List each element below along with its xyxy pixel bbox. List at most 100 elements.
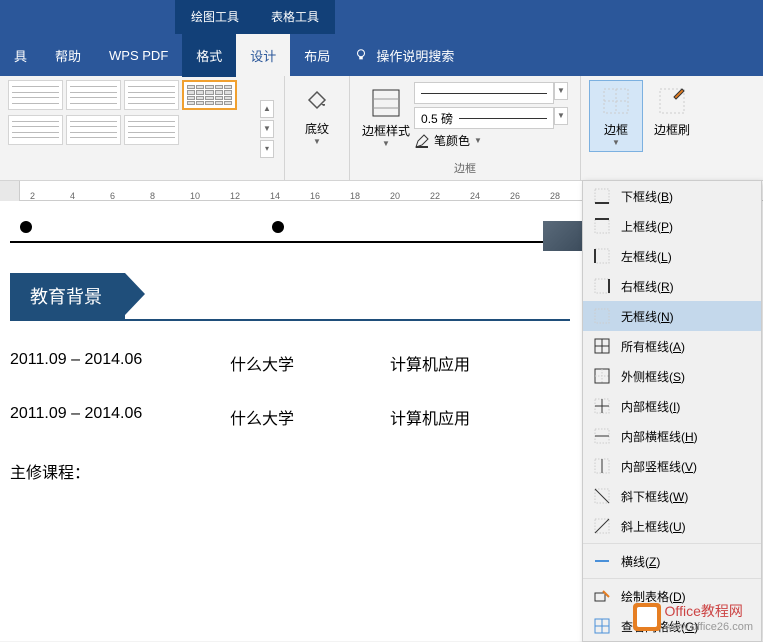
table-styles-gallery[interactable] — [8, 80, 258, 146]
date-cell: 2011.09 – 2014.06 — [10, 405, 170, 429]
border-menu-item-inside[interactable]: 内部框线(I) — [583, 391, 761, 421]
chevron-down-icon[interactable]: ▼ — [554, 107, 568, 125]
tell-me-search[interactable]: 操作说明搜索 — [354, 46, 454, 65]
border-menu-item-top[interactable]: 上框线(P) — [583, 211, 761, 241]
menu-item-label: 横线(Z) — [621, 553, 660, 570]
chevron-down-icon[interactable]: ▼ — [554, 82, 568, 100]
ruler-tick: 26 — [510, 191, 520, 201]
shading-button[interactable]: 底纹 ▼ — [293, 80, 341, 150]
table-handle[interactable] — [272, 221, 284, 233]
border-menu-item-all[interactable]: 所有框线(A) — [583, 331, 761, 361]
menu-item-label: 所有框线(A) — [621, 338, 685, 355]
menu-item-label: 内部横框线(H) — [621, 428, 698, 445]
border-menu-item-inside-h[interactable]: 内部横框线(H) — [583, 421, 761, 451]
tab-wps-pdf[interactable]: WPS PDF — [95, 36, 182, 75]
ruler-tick: 14 — [270, 191, 280, 201]
painter-icon — [656, 85, 688, 117]
border-painter-label: 边框刷 — [654, 121, 690, 138]
border-menu-item-bottom[interactable]: 下框线(B) — [583, 181, 761, 211]
chevron-down-icon: ▼ — [612, 138, 620, 147]
border-menu-item-none[interactable]: 无框线(N) — [583, 301, 761, 331]
ruler-tick: 28 — [550, 191, 560, 201]
borders-icon — [600, 85, 632, 117]
ruler-tick: 18 — [350, 191, 360, 201]
inside-border-icon — [593, 397, 611, 415]
office-logo-icon — [633, 603, 661, 631]
menu-separator — [583, 543, 761, 544]
menu-item-label: 内部竖框线(V) — [621, 458, 697, 475]
tab-format[interactable]: 格式 — [182, 34, 236, 77]
draw-border-icon — [593, 587, 611, 605]
border-menu-item-diag-up[interactable]: 斜上框线(U) — [583, 511, 761, 541]
table-tools-tab[interactable]: 表格工具 — [255, 0, 335, 34]
bulb-icon — [354, 48, 368, 62]
ruler-tick: 12 — [230, 191, 240, 201]
pen-color-label: 笔颜色 — [434, 132, 470, 149]
school-cell: 什么大学 — [230, 351, 330, 375]
menu-separator — [583, 578, 761, 579]
school-cell: 什么大学 — [230, 405, 330, 429]
hline-border-icon — [593, 552, 611, 570]
menu-item-label: 右框线(R) — [621, 278, 674, 295]
ruler-tick: 16 — [310, 191, 320, 201]
all-border-icon — [593, 337, 611, 355]
line-weight-selector[interactable]: 0.5 磅 — [414, 107, 554, 129]
border-menu-item-outside[interactable]: 外侧框线(S) — [583, 361, 761, 391]
diag-up-border-icon — [593, 517, 611, 535]
ruler-tick: 20 — [390, 191, 400, 201]
chevron-down-icon: ▼ — [474, 136, 482, 145]
border-menu-item-diag-down[interactable]: 斜下框线(W) — [583, 481, 761, 511]
menu-item-label: 左框线(L) — [621, 248, 672, 265]
left-border-icon — [593, 247, 611, 265]
pen-color-button[interactable]: 笔颜色 ▼ — [414, 132, 568, 149]
border-menu-item-left[interactable]: 左框线(L) — [583, 241, 761, 271]
none-border-icon — [593, 307, 611, 325]
menu-item-label: 内部框线(I) — [621, 398, 680, 415]
borders-group-label: 边框 — [358, 158, 572, 178]
border-style-icon — [367, 84, 405, 122]
borders-label: 边框 — [604, 121, 628, 138]
tab-design[interactable]: 设计 — [236, 34, 290, 77]
borders-dropdown-button[interactable]: 边框 ▼ — [589, 80, 643, 152]
divider-line — [10, 241, 570, 243]
tell-me-label: 操作说明搜索 — [376, 46, 454, 65]
bottom-border-icon — [593, 187, 611, 205]
tab-help[interactable]: 帮助 — [41, 34, 95, 77]
inside-v-border-icon — [593, 457, 611, 475]
menu-item-label: 外侧框线(S) — [621, 368, 685, 385]
border-menu-item-right[interactable]: 右框线(R) — [583, 271, 761, 301]
ruler-tick: 10 — [190, 191, 200, 201]
ruler-tick: 2 — [30, 191, 35, 201]
gallery-more-icon[interactable]: ▾ — [260, 140, 274, 158]
border-painter-button[interactable]: 边框刷 — [643, 80, 701, 152]
watermark-title: Office教程网 — [665, 601, 753, 621]
border-menu-item-hline[interactable]: 横线(Z) — [583, 546, 761, 576]
gallery-up-icon[interactable]: ▲ — [260, 100, 274, 118]
border-style-button[interactable]: 边框样式 ▼ — [362, 84, 410, 148]
ruler-tick: 8 — [150, 191, 155, 201]
border-menu-item-inside-v[interactable]: 内部竖框线(V) — [583, 451, 761, 481]
watermark: Office教程网 www.office26.com — [633, 601, 753, 633]
gallery-down-icon[interactable]: ▼ — [260, 120, 274, 138]
section-underline — [10, 319, 570, 321]
pen-icon — [414, 133, 430, 149]
menu-item-label: 无框线(N) — [621, 308, 674, 325]
diag-down-border-icon — [593, 487, 611, 505]
inside-h-border-icon — [593, 427, 611, 445]
bucket-icon — [301, 84, 333, 116]
top-border-icon — [593, 217, 611, 235]
line-style-selector[interactable] — [414, 82, 554, 104]
menu-item-label: 斜上框线(U) — [621, 518, 686, 535]
date-cell: 2011.09 – 2014.06 — [10, 351, 170, 375]
chevron-down-icon: ▼ — [382, 139, 390, 148]
menu-item-label: 下框线(B) — [621, 188, 673, 205]
table-handle[interactable] — [20, 221, 32, 233]
tab-tools[interactable]: 具 — [0, 34, 41, 77]
shading-label: 底纹 — [305, 120, 329, 137]
gallery-scroll[interactable]: ▲ ▼ ▾ — [260, 80, 276, 178]
major-cell: 计算机应用 — [390, 405, 510, 429]
drawing-tools-tab[interactable]: 绘图工具 — [175, 0, 255, 34]
right-border-icon — [593, 277, 611, 295]
chevron-down-icon: ▼ — [313, 137, 321, 146]
tab-layout[interactable]: 布局 — [290, 34, 344, 77]
